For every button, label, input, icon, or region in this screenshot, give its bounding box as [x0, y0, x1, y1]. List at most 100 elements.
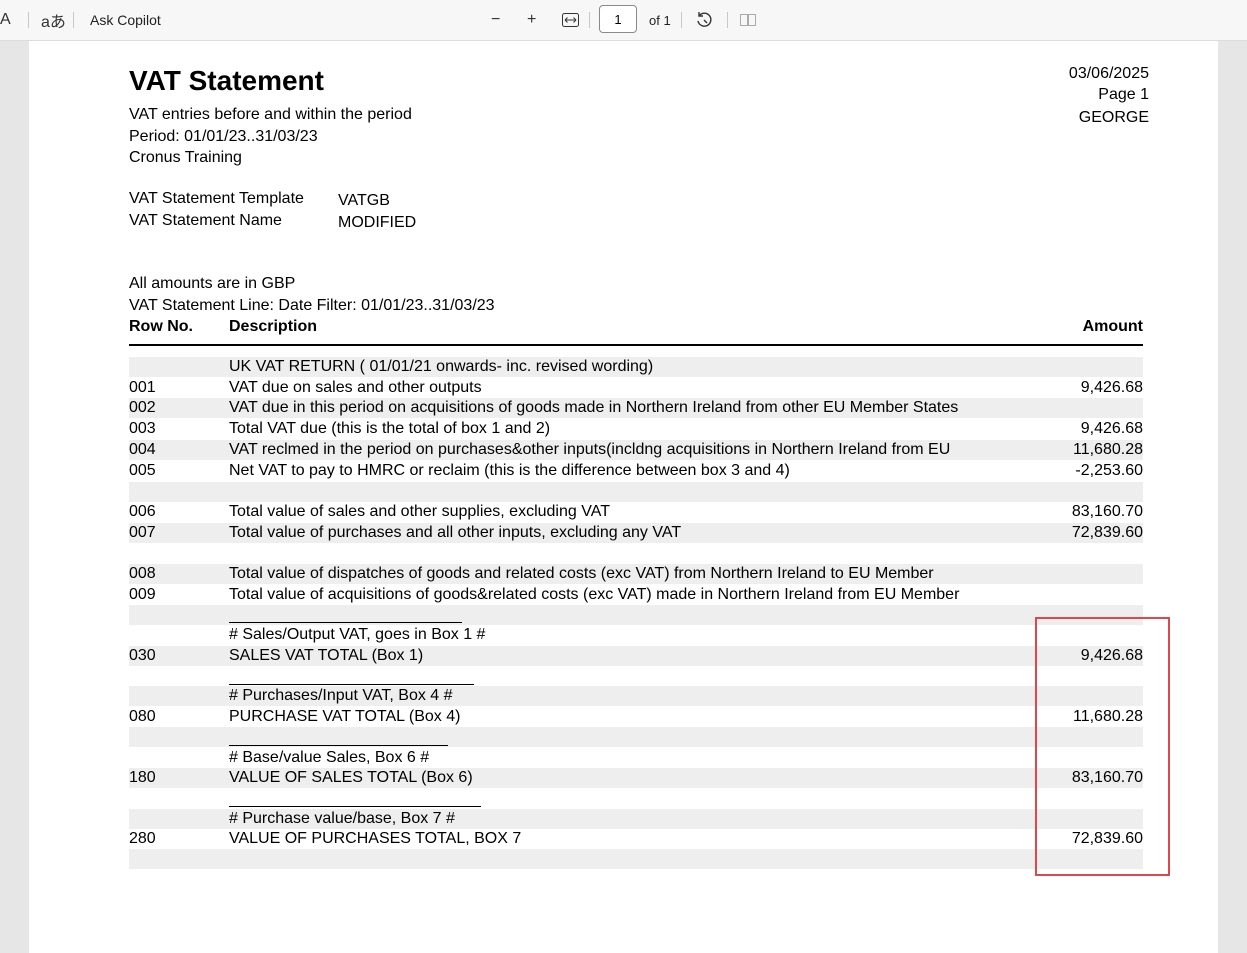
toolbar-divider	[681, 12, 682, 28]
highlight-annotation	[1035, 617, 1170, 876]
row-description: SALES VAT TOTAL (Box 1)	[229, 647, 424, 664]
rotate-button[interactable]	[695, 0, 713, 40]
report-page: Page 1	[1098, 86, 1149, 103]
row-number: 005	[129, 462, 156, 479]
row-amount: 9,426.68	[1080, 420, 1143, 437]
translate-button[interactable]: aあ	[41, 0, 66, 40]
row-description: Total value of dispatches of goods and r…	[229, 565, 934, 582]
row-description: # Purchase value/base, Box 7 #	[229, 810, 455, 827]
row-number: 002	[129, 399, 156, 416]
pdf-toolbar: A aあ Ask Copilot − + of 1	[0, 0, 1247, 41]
col-header-row-no: Row No.	[129, 318, 193, 335]
table-row: 002 VAT due in this period on acquisition…	[129, 398, 1143, 418]
row-number: 009	[129, 586, 156, 603]
row-number: 006	[129, 503, 156, 520]
table-row	[129, 727, 1143, 747]
row-description: PURCHASE VAT TOTAL (Box 4)	[229, 708, 461, 725]
separator-line	[229, 684, 474, 685]
row-number: 180	[129, 769, 156, 786]
statement-name-value: MODIFIED	[338, 214, 417, 231]
scrollbar[interactable]	[1218, 41, 1247, 953]
toolbar-divider	[73, 12, 74, 28]
page-total-label: of 1	[649, 0, 671, 40]
row-amount: 11,680.28	[1073, 441, 1143, 458]
row-number: 080	[129, 708, 156, 725]
toolbar-divider	[28, 12, 29, 28]
row-amount: 72,839.60	[1071, 524, 1143, 541]
toolbar-divider	[589, 12, 590, 28]
table-row: 080 PURCHASE VAT TOTAL (Box 4) 11,680.28	[129, 707, 1143, 727]
report-subtitle: VAT entries before and within the period	[129, 106, 412, 123]
table-row: 280 VALUE OF PURCHASES TOTAL, BOX 7 72,839…	[129, 829, 1143, 849]
table-row	[129, 544, 1143, 564]
row-description: VALUE OF SALES TOTAL (Box 6)	[229, 769, 473, 786]
row-description: VAT reclmed in the period on purchases&o…	[229, 441, 951, 458]
read-aloud-button[interactable]: A	[0, 0, 11, 40]
report-date: 03/06/2025	[1068, 65, 1149, 82]
row-description: VAT due in this period on acquisitions o…	[229, 399, 959, 416]
row-amount: 9,426.68	[1080, 379, 1143, 396]
page-total-text: of 1	[649, 12, 671, 28]
minus-icon: −	[491, 11, 501, 28]
row-description: # Sales/Output VAT, goes in Box 1 #	[229, 626, 486, 643]
table-row: 180 VALUE OF SALES TOTAL (Box 6) 83,160.70	[129, 768, 1143, 788]
table-row	[129, 788, 1143, 808]
row-amount: -2,253.60	[1075, 462, 1143, 479]
report-user: GEORGE	[1078, 109, 1149, 126]
fit-width-button[interactable]	[562, 0, 579, 40]
read-aloud-icon: A	[0, 11, 11, 28]
template-label: VAT Statement Template	[129, 190, 304, 207]
separator-line	[229, 622, 462, 623]
row-description: Net VAT to pay to HMRC or reclaim (this …	[229, 462, 790, 479]
table-row: 008 Total value of dispatches of goods an…	[129, 564, 1143, 584]
row-number: 008	[129, 565, 156, 582]
table-row	[129, 482, 1143, 502]
table-row: 007 Total value of purchases and all othe…	[129, 523, 1143, 543]
table-row	[129, 666, 1143, 686]
row-description: VALUE OF PURCHASES TOTAL, BOX 7	[229, 830, 522, 847]
table-row	[129, 849, 1143, 869]
table-row: 005 Net VAT to pay to HMRC or reclaim (th…	[129, 461, 1143, 481]
rotate-icon	[697, 12, 712, 27]
date-filter: VAT Statement Line: Date Filter: 01/01/2…	[129, 297, 495, 314]
page-number-input[interactable]	[599, 5, 637, 33]
row-number: 003	[129, 420, 156, 437]
zoom-out-button[interactable]: −	[491, 0, 500, 40]
two-page-icon	[740, 14, 756, 26]
company-name: Cronus Training	[129, 149, 242, 166]
table-row: 001 VAT due on sales and other outputs 9,4…	[129, 378, 1143, 398]
currency-note: All amounts are in GBP	[129, 275, 296, 292]
table-row: # Purchase value/base, Box 7 #	[129, 809, 1143, 829]
statement-name-label: VAT Statement Name	[129, 212, 282, 229]
page-view-button[interactable]	[740, 0, 757, 40]
plus-icon: +	[527, 11, 537, 28]
row-description: Total value of sales and other supplies,…	[229, 503, 610, 520]
table-row: 009 Total value of acquisitions of goods&…	[129, 585, 1143, 605]
row-amount: 83,160.70	[1071, 503, 1143, 520]
row-number: 007	[129, 524, 156, 541]
separator-line	[229, 745, 448, 746]
header-rule	[129, 344, 1143, 346]
table-row: # Purchases/Input VAT, Box 4 #	[129, 686, 1143, 706]
report-period: Period: 01/01/23..31/03/23	[129, 128, 318, 145]
report-title: VAT Statement	[129, 65, 324, 96]
row-description: Total value of acquisitions of goods&rel…	[229, 586, 960, 603]
fit-width-icon	[562, 13, 579, 27]
row-number: 001	[129, 379, 156, 396]
ask-copilot-button[interactable]: Ask Copilot	[90, 0, 161, 40]
table-row: UK VAT RETURN ( 01/01/21 onwards- inc. r…	[129, 357, 1143, 377]
col-header-description: Description	[229, 318, 318, 335]
zoom-in-button[interactable]: +	[527, 0, 536, 40]
toolbar-divider	[727, 12, 728, 28]
table-row: 004 VAT reclmed in the period on purchase…	[129, 440, 1143, 460]
row-number: 004	[129, 441, 156, 458]
row-description: UK VAT RETURN ( 01/01/21 onwards- inc. r…	[229, 358, 654, 375]
row-description: Total value of purchases and all other i…	[229, 524, 682, 541]
row-description: VAT due on sales and other outputs	[229, 379, 482, 396]
row-description: # Base/value Sales, Box 6 #	[229, 749, 430, 766]
row-number: 280	[129, 830, 156, 847]
row-number: 030	[129, 647, 156, 664]
ask-copilot-label: Ask Copilot	[90, 12, 161, 28]
col-header-amount: Amount	[1082, 318, 1143, 335]
translate-icon: aあ	[41, 14, 66, 31]
